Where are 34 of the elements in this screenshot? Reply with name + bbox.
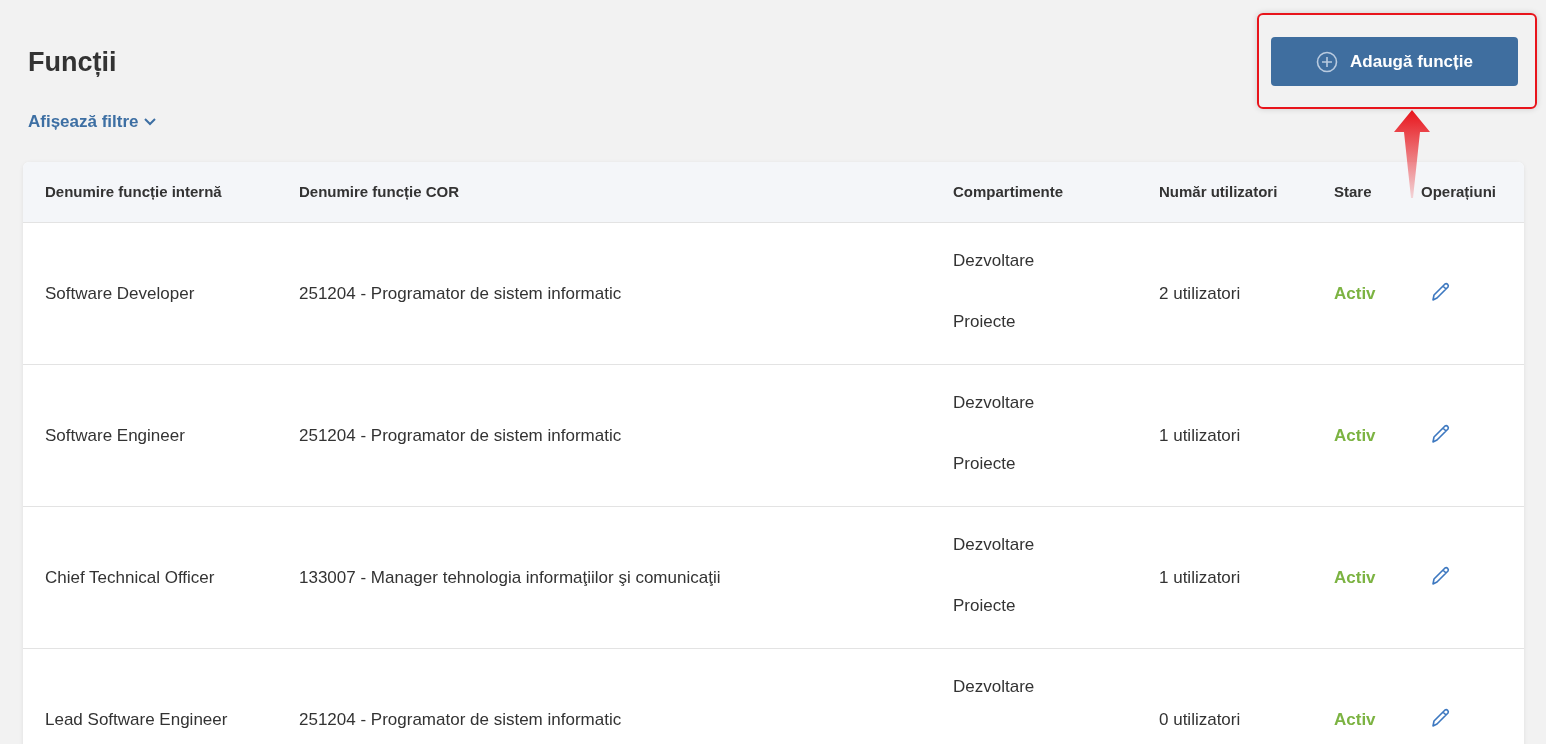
table-cell-text: 251204 - Programator de sistem informatic — [299, 283, 623, 304]
table-cell-text: 1 utilizatori — [1159, 567, 1242, 588]
plus-circle-icon — [1316, 50, 1339, 73]
table-cell-text: 251204 - Programator de sistem informatic — [299, 425, 623, 446]
column-header: Număr utilizatori — [1159, 182, 1279, 202]
department-text: Dezvoltare — [953, 677, 1036, 697]
table-cell-text: 1 utilizatori — [1159, 425, 1242, 446]
table-cell-text: Lead Software Engineer — [45, 709, 229, 730]
add-function-button[interactable]: Adaugă funcție — [1271, 37, 1518, 86]
chevron-down-icon — [143, 118, 156, 126]
table-cell-text: Software Developer — [45, 283, 196, 304]
table-cell-text: Chief Technical Officer — [45, 567, 216, 588]
column-header: Denumire funcție COR — [299, 182, 461, 202]
page-title: Funcții — [28, 47, 118, 78]
department-text: Proiecte — [953, 596, 1017, 616]
department-text: Dezvoltare — [953, 251, 1036, 271]
column-header: Stare — [1334, 182, 1373, 202]
department-text: Proiecte — [953, 454, 1017, 474]
table-cell-text: 251204 - Programator de sistem informatic — [299, 709, 623, 730]
department-text: Dezvoltare — [953, 393, 1036, 413]
status-text: Activ — [1334, 425, 1377, 446]
column-header: Compartimente — [953, 182, 1065, 202]
status-text: Activ — [1334, 283, 1377, 304]
table-cell-text: 0 utilizatori — [1159, 709, 1242, 730]
status-text: Activ — [1334, 709, 1377, 730]
show-filters-link[interactable]: Afișează filtre — [28, 112, 156, 132]
column-header: Denumire funcție internă — [45, 182, 223, 202]
department-text: Dezvoltare — [953, 535, 1036, 555]
table-cell-text: Software Engineer — [45, 425, 186, 446]
status-text: Activ — [1334, 567, 1377, 588]
table-cell-text: 2 utilizatori — [1159, 283, 1242, 304]
column-header: Operațiuni — [1421, 182, 1497, 202]
department-text: Proiecte — [953, 312, 1017, 332]
table-cell-text: 133007 - Manager tehnologia informaţiilor şi comunicaţii — [299, 567, 722, 588]
